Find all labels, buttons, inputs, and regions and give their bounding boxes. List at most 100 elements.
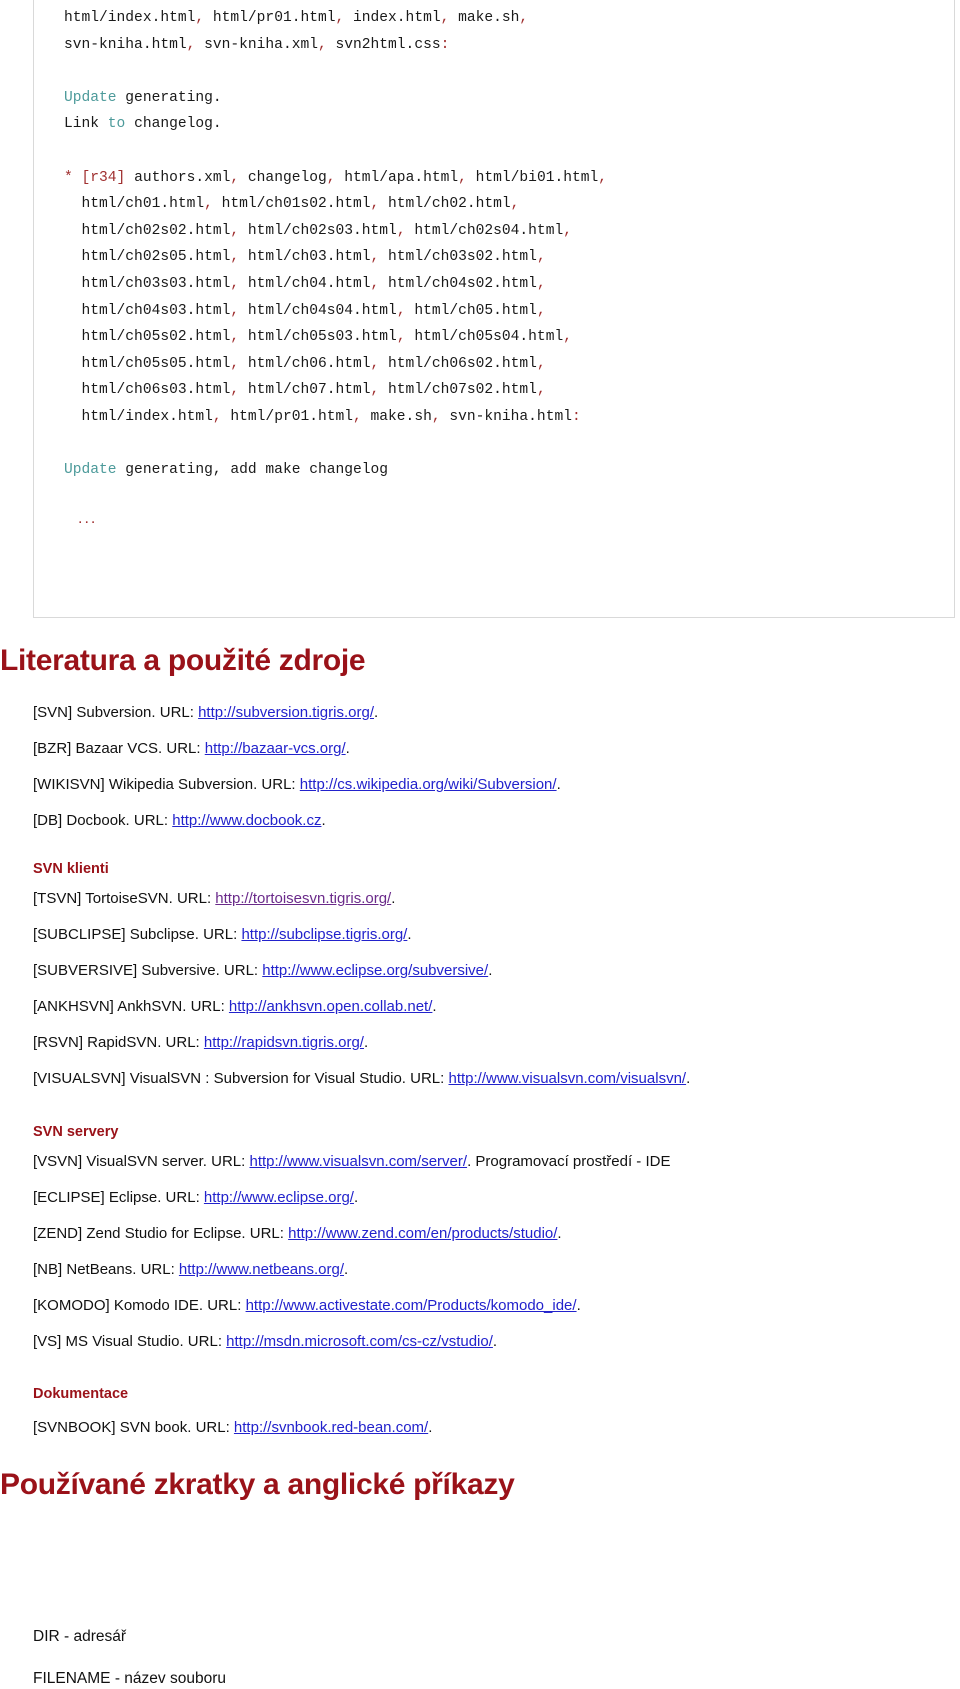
bibliography-url-link[interactable]: http://www.visualsvn.com/visualsvn/ [449, 1070, 687, 1087]
bibliography-tag: [ANKHSVN] [33, 998, 114, 1015]
bibliography-url-link[interactable]: http://www.eclipse.org/subversive/ [262, 962, 488, 979]
bibliography-tag: [SVNBOOK] [33, 1419, 116, 1436]
page-title-literature: Literatura a použité zdroje [0, 644, 366, 677]
bibliography-tag: [KOMODO] [33, 1297, 110, 1314]
bibliography-entry: [WIKISVN] Wikipedia Subversion. URL: htt… [33, 775, 561, 795]
bibliography-title: Subclipse. URL: [125, 926, 242, 943]
bibliography-url-link[interactable]: http://svnbook.red-bean.com/ [234, 1419, 428, 1436]
bibliography-tag: [DB] [33, 812, 63, 829]
code-token: , [230, 355, 248, 372]
bibliography-url-link[interactable]: http://msdn.microsoft.com/cs-cz/vstudio/ [226, 1333, 493, 1350]
code-token: html/apa.html [344, 169, 459, 186]
code-token: , [396, 222, 415, 239]
code-token: html/ch02s02.html [64, 222, 231, 239]
bibliography-url-link[interactable]: http://tortoisesvn.tigris.org/ [215, 890, 391, 907]
code-token: generating. [116, 89, 222, 106]
bibliography-title: VisualSVN : Subversion for Visual Studio… [125, 1070, 449, 1087]
code-line: html/ch05s05.html, html/ch06.html, html/… [64, 351, 954, 378]
bibliography-title: TortoiseSVN. URL: [81, 890, 216, 907]
bibliography-url-link[interactable]: http://www.netbeans.org/ [179, 1261, 344, 1278]
code-token: Link [64, 116, 108, 133]
code-token: * [64, 169, 82, 186]
bibliography-suffix: . [556, 776, 561, 793]
code-token: make.sh [370, 408, 432, 425]
code-token: , [212, 408, 231, 425]
code-line: html/ch06s03.html, html/ch07.html, html/… [64, 377, 954, 404]
code-line: html/ch01.html, html/ch01s02.html, html/… [64, 191, 954, 218]
code-token: html/bi01.html [475, 169, 599, 186]
bibliography-url-link[interactable]: http://ankhsvn.open.collab.net/ [229, 998, 432, 1015]
bibliography-tag: [RSVN] [33, 1034, 84, 1051]
abbreviation-item: DIR - adresář [33, 1628, 127, 1645]
code-token: , [370, 355, 389, 372]
bibliography-title: RapidSVN. URL: [83, 1034, 204, 1051]
code-token: html/ch06.html [247, 355, 371, 372]
code-token: html/ch06s03.html [64, 382, 231, 399]
code-token: html/index.html [64, 408, 213, 425]
code-token: svn-kniha.xml [204, 36, 318, 53]
code-token: html/ch02s05.html [64, 249, 231, 266]
code-token: Update [64, 89, 117, 106]
bibliography-suffix: . [407, 926, 412, 943]
bibliography-suffix: . [391, 890, 396, 907]
code-token: html/pr01.html [230, 408, 354, 425]
bibliography-entry: [NB] NetBeans. URL: http://www.netbeans.… [33, 1260, 348, 1280]
code-lines: html/index.html, html/pr01.html, index.h… [34, 5, 954, 510]
code-ellipsis: ... [78, 510, 98, 528]
bibliography-suffix: . [353, 1189, 359, 1206]
code-token: , [598, 169, 608, 186]
bibliography-url-link[interactable]: http://bazaar-vcs.org/ [205, 740, 346, 757]
bibliography-entry: [SVNBOOK] SVN book. URL: http://svnbook.… [33, 1418, 432, 1438]
code-token: , [230, 382, 248, 399]
code-token: , [186, 36, 205, 53]
code-token: html/ch05s04.html [414, 329, 564, 346]
bibliography-tag: [SUBVERSIVE] [33, 962, 138, 979]
bibliography-tag: [SUBCLIPSE] [33, 926, 126, 943]
bibliography-entry: [VISUALSVN] VisualSVN : Subversion for V… [33, 1069, 690, 1089]
bibliography-entry: [SUBCLIPSE] Subclipse. URL: http://subcl… [33, 925, 412, 945]
bibliography-tag: [NB] [33, 1261, 63, 1278]
code-token: html/pr01.html [212, 10, 336, 26]
bibliography-title: SVN book. URL: [115, 1419, 234, 1436]
bibliography-url-link[interactable]: http://www.visualsvn.com/server/ [249, 1153, 467, 1170]
code-token: html/ch05s02.html [64, 329, 231, 346]
bibliography-entry: [ANKHSVN] AnkhSVN. URL: http://ankhsvn.o… [33, 997, 437, 1017]
code-token: make.sh [458, 10, 520, 26]
bibliography-title: Docbook. URL: [62, 812, 173, 829]
code-token: html/ch05.html [414, 302, 537, 319]
code-token: , [536, 249, 546, 266]
code-token: , [230, 222, 248, 239]
bibliography-url-link[interactable]: http://rapidsvn.tigris.org/ [204, 1034, 364, 1051]
code-token: html/ch01s02.html [221, 196, 371, 213]
code-token: , [195, 10, 213, 26]
code-token: , [563, 222, 572, 239]
bibliography-url-link[interactable]: http://www.zend.com/en/products/studio/ [288, 1225, 557, 1242]
code-token: , [396, 329, 415, 346]
code-token: html/ch07s02.html [388, 382, 537, 399]
code-token: , [230, 275, 248, 292]
code-token: authors.xml [125, 169, 231, 186]
code-token: , [370, 382, 389, 399]
bibliography-url-link[interactable]: http://subversion.tigris.org/ [198, 704, 374, 721]
bibliography-entry: [SVN] Subversion. URL: http://subversion… [33, 703, 378, 723]
bibliography-suffix: . [576, 1297, 581, 1314]
code-token: , [370, 196, 389, 213]
code-line: html/ch04s03.html, html/ch04s04.html, ht… [64, 298, 954, 325]
bibliography-suffix: . [363, 1034, 369, 1051]
code-token: to [107, 116, 126, 133]
bibliography-suffix: . [492, 1333, 498, 1350]
bibliography-suffix: . [428, 1419, 433, 1436]
bibliography-tag: [ECLIPSE] [33, 1189, 105, 1206]
bibliography-suffix: . [321, 812, 326, 829]
bibliography-url-link[interactable]: http://www.activestate.com/Products/komo… [246, 1297, 577, 1314]
bibliography-url-link[interactable]: http://www.docbook.cz [172, 812, 321, 829]
bibliography-url-link[interactable]: http://subclipse.tigris.org/ [241, 926, 407, 943]
abbreviation-item: FILENAME - název souboru [33, 1670, 226, 1687]
bibliography-url-link[interactable]: http://www.eclipse.org/ [204, 1189, 354, 1206]
bibliography-entry: [ZEND] Zend Studio for Eclipse. URL: htt… [33, 1224, 562, 1244]
code-token: , [431, 408, 450, 425]
bibliography-entry: [TSVN] TortoiseSVN. URL: http://tortoise… [33, 889, 395, 909]
bibliography-url-link[interactable]: http://cs.wikipedia.org/wiki/Subversion/ [300, 776, 557, 793]
